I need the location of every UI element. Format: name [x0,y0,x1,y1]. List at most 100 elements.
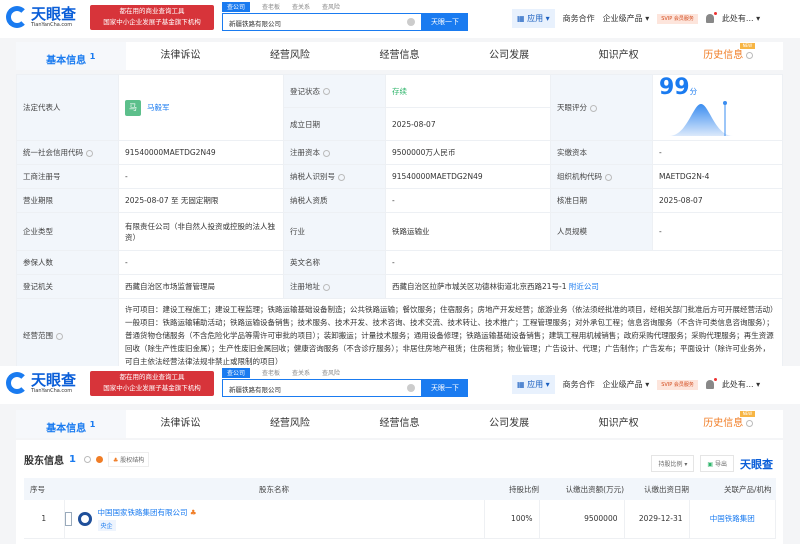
tab-legal[interactable]: 法律诉讼 [126,410,236,438]
search-button[interactable]: 天眼一下 [422,13,468,31]
clear-icon[interactable] [407,18,415,26]
ratio-filter-dropdown[interactable]: 持股比例 ▾ [651,455,695,472]
scope-label: 经营范围 [16,298,119,373]
tab-history[interactable]: 历史信息 NEW [673,410,783,438]
bell-icon[interactable] [705,378,717,389]
nearby-companies-link[interactable]: 附近公司 [569,282,599,291]
amount-value: 9500000 [539,500,625,539]
term-value: 2025-08-07 至 无固定期限 [118,188,284,213]
col-date[interactable]: 认缴出资日期 [624,478,689,500]
user-label: 此处有... [721,14,754,23]
tab-count: 1 [89,51,96,61]
tianyancha-logo[interactable]: 天眼查 TianYanCha.com [6,6,76,28]
type-value: 有限责任公司（非自然人投资或控股的法人独资） [118,212,284,251]
app-menu[interactable]: ▦ 应用 ▾ [512,9,555,28]
enterprise-menu[interactable]: 企业级产品 ▾ [603,379,650,390]
label-text: 登记状态 [290,86,320,96]
date-value: 2029-12-31 [624,500,690,539]
search-tab-risk[interactable]: 查风险 [322,2,340,12]
export-label: 导出 [714,461,727,468]
business-link[interactable]: 商务合作 [563,379,595,390]
credit-code-value: 91540000MAETDG2N49 [118,140,284,165]
search-value: 新疆铁路有限公司 [229,20,281,28]
tab-operation[interactable]: 经营信息 [345,42,455,70]
tab-risk[interactable]: 经营风险 [235,410,345,438]
tab-development[interactable]: 公司发展 [454,42,564,70]
tab-risk[interactable]: 经营风险 [235,42,345,70]
vip-button[interactable]: SVIP 会员服务 [657,379,698,390]
user-menu[interactable]: 此处有... ▾ [722,379,760,390]
shareholder-cell: 中国国家铁路集团有限公司 ♣ 央企 [64,500,485,539]
slogan-line-2: 国家中小企业发展子基金旗下机构 [103,384,201,392]
shareholder-table: 序号 股东名称 持股比例 认缴出资额(万元) 认缴出资日期 关联产品/机构 1 … [24,478,776,539]
approved-value: 2025-08-07 [652,188,783,213]
tab-basic-info[interactable]: 基本信息 1 [16,42,126,70]
search-tab-relation[interactable]: 查关系 [292,2,310,12]
label-text: 注册资本 [290,148,320,157]
shareholder-count: 1 [69,454,76,465]
search-button[interactable]: 天眼一下 [422,379,468,397]
industry-label: 行业 [283,212,386,251]
help-icon [323,149,330,157]
app-menu[interactable]: ▦ 应用 ▾ [512,375,555,394]
business-link[interactable]: 商务合作 [563,13,595,24]
search-tab-risk[interactable]: 查风险 [322,368,340,378]
status-label: 登记状态 [283,74,386,108]
tab-ip[interactable]: 知识产权 [564,410,674,438]
search-tab-boss[interactable]: 查老板 [262,368,280,378]
section-title: 股东信息 [24,456,64,467]
clear-icon[interactable] [407,384,415,392]
tab-development[interactable]: 公司发展 [454,410,564,438]
score-cell[interactable]: 99分 [652,74,783,141]
slogan-line-1: 都在用的商业查询工具 [119,373,185,381]
credit-code-label: 统一社会信用代码 [16,140,119,165]
tab-operation[interactable]: 经营信息 [345,410,455,438]
user-menu[interactable]: 此处有... ▾ [722,13,760,24]
search-tab-relation[interactable]: 查关系 [292,368,310,378]
col-ratio[interactable]: 持股比例 [484,478,539,500]
search-box: 查公司 查老板 查关系 查风险 新疆铁路有限公司 天眼一下 [222,2,468,31]
enterprise-menu[interactable]: 企业级产品 ▾ [603,13,650,24]
score-value: 99 [659,75,690,100]
search-tab-company[interactable]: 查公司 [222,368,251,378]
structure-icon[interactable]: ♣ [190,508,197,517]
org-code-value: MAETDG2N-4 [652,164,783,189]
tab-legal[interactable]: 法律诉讼 [126,42,236,70]
staff-label: 人员规模 [550,212,653,251]
excel-icon: ▣ [707,461,714,468]
basic-info-table: 法定代表人 马马毅军 登记状态 存续 天眼评分 99分 成立日期 2025-08… [16,74,783,373]
search-input[interactable]: 新疆铁路有限公司 [222,13,422,31]
slogan-banner[interactable]: 都在用的商业查询工具 国家中小企业发展子基金旗下机构 [90,5,214,30]
search-box: 查公司 查老板 查关系 查风险 新疆铁路有限公司 天眼一下 [222,368,468,397]
tab-history[interactable]: 历史信息 NEW [673,42,783,70]
address-value: 西藏自治区拉萨市城关区功德林街道北京西路21号-1 [392,282,567,291]
related-link[interactable]: 中国铁路集团 [689,500,776,539]
logo-icon [6,372,28,394]
tab-basic-info[interactable]: 基本信息 1 [16,410,126,438]
score-distribution-icon [669,101,733,136]
top-nav: ▦ 应用 ▾ 商务合作 企业级产品 ▾ SVIP 会员服务 此处有... ▾ [512,9,760,28]
vip-button[interactable]: SVIP 会员服务 [657,13,698,24]
tianyancha-logo[interactable]: 天眼查 TianYanCha.com [6,372,76,394]
paid-capital-value: - [652,140,783,165]
taxpayer-id-value: 91540000MAETDG2N49 [385,164,551,189]
search-tab-boss[interactable]: 查老板 [262,2,280,12]
industry-value: 铁路运输业 [385,212,551,251]
slogan-banner[interactable]: 都在用的商业查询工具国家中小企业发展子基金旗下机构 [90,371,214,396]
equity-structure-button[interactable]: ♣ 股权结构 [107,452,150,467]
expand-toggle[interactable] [64,511,72,526]
col-amount[interactable]: 认缴出资额(万元) [539,478,624,500]
shareholder-name-link[interactable]: 中国国家铁路集团有限公司 [98,508,188,517]
label-text: 注册地址 [290,282,320,291]
tab-ip[interactable]: 知识产权 [564,42,674,70]
logo-text: 天眼查 [31,5,77,23]
legal-rep-link[interactable]: 马毅军 [147,103,170,112]
authority-value: 西藏自治区市场监督管理局 [118,274,284,299]
top-header: 天眼查 TianYanCha.com 都在用的商业查询工具 国家中小企业发展子基金旗… [0,0,800,38]
bell-icon[interactable] [705,12,717,23]
search-value: 新疆铁路有限公司 [229,386,281,394]
search-tab-company[interactable]: 查公司 [222,2,251,12]
export-button[interactable]: ▣ 导出 [700,455,734,472]
search-input[interactable]: 新疆铁路有限公司 [222,379,422,397]
label-text: 统一社会信用代码 [23,148,83,157]
